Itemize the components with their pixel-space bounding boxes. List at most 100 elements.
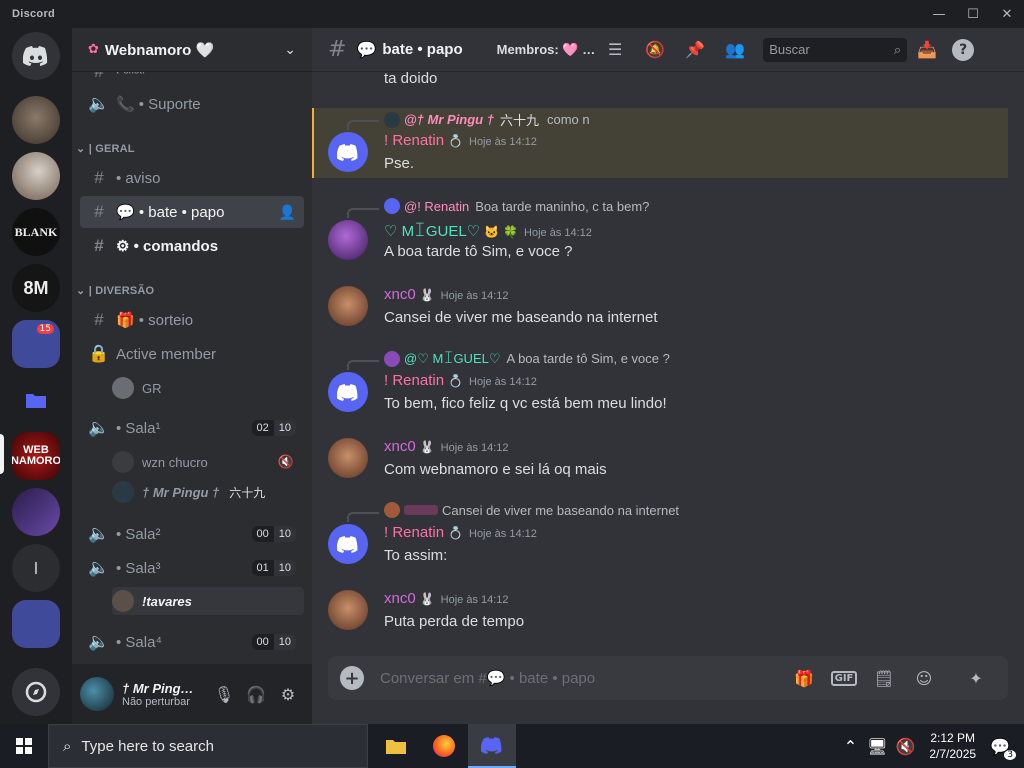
channel-sala3[interactable]: 🔈 • Sala³ 01 10 [80,552,304,584]
reply-preview[interactable]: Cansei de viver me baseando na internet [384,502,679,518]
chevron-down-icon[interactable]: ⌄ [284,42,296,58]
notification-icon[interactable]: 💬 3 [990,737,1016,760]
gif-button[interactable]: GIF [824,670,864,686]
close-icon[interactable]: ✕ [990,0,1024,28]
gift-icon[interactable]: 🎁 [784,669,824,688]
taskbar-search-input[interactable]: ⌕ Type here to search [48,724,368,768]
voice-user-gr[interactable]: GR [112,374,304,402]
folder-icon[interactable] [12,376,60,424]
avatar[interactable] [328,220,368,260]
author-name[interactable]: xnc0 [384,590,416,607]
file-explorer-icon[interactable] [372,724,420,768]
search-icon: ⌕ [63,737,72,755]
voice-user-mrpingu[interactable]: † Mr Pingu † 六十九 [112,478,304,506]
voice-capacity-badge: 01 10 [251,560,296,576]
server-icon-l[interactable]: l [12,544,60,592]
server-folder-red[interactable] [12,600,60,648]
avatar[interactable] [328,590,368,630]
voice-user-tavares[interactable]: !tavares [112,587,304,615]
author-name[interactable]: ! Renatin [384,132,444,149]
message-text-partial: ta doido [384,72,438,87]
author-name[interactable]: ! Renatin [384,524,444,541]
avatar[interactable] [80,677,114,711]
add-member-icon[interactable]: 👤 [279,204,296,221]
speaker-icon: 🔈 [88,632,110,651]
help-icon[interactable]: ? [947,38,979,61]
category-geral[interactable]: ⌄ | GERAL [76,142,135,155]
channel-sorteio[interactable]: # 🎁 • sorteio [80,304,304,336]
category-diversao-label: | DIVERSÃO [88,285,155,297]
message-composer[interactable]: + Conversar em #💬 • bate • papo 🎁 GIF 🗒 … [328,656,1008,700]
author-name[interactable]: ♡ ΜꀤGUEL♡ [384,220,480,240]
network-icon[interactable]: 🖥 [867,737,887,756]
message-text: Puta perda de tempo [384,613,525,630]
home-button[interactable] [12,32,60,80]
bunny-icon: 🐰 [419,288,435,302]
voice-capacity-badge: 00 10 [251,526,296,542]
reply-preview[interactable]: @♡ ΜꀤGUEL♡ A boa tarde tô Sim, e voce ? [384,350,670,367]
sticker-icon[interactable]: 🗒 [864,669,904,688]
inbox-icon[interactable]: 📥 [907,40,947,59]
apps-icon[interactable]: ✦ [956,669,996,688]
avatar [112,377,134,399]
author-name[interactable]: xnc0 [384,438,416,455]
message-text: Com webnamoro e sei lá oq mais [384,461,607,478]
windows-start-icon[interactable] [0,724,48,768]
server-icon-cat[interactable] [12,96,60,144]
server-icon-webnamoro[interactable]: WEB NAMORO [12,432,60,480]
message-input[interactable]: Conversar em #💬 • bate • papo [380,669,784,687]
category-diversao[interactable]: ⌄ | DIVERSÃO [76,284,154,297]
author-name[interactable]: xnc0 [384,286,416,303]
avatar[interactable] [328,524,368,564]
settings-gear-icon[interactable]: ⚙ [272,678,304,710]
channel-sala2[interactable]: 🔈 • Sala² 00 10 [80,518,304,550]
channel-sala1[interactable]: 🔈 • Sala¹ 02 10 [80,412,304,444]
channel-sala4[interactable]: 🔈 • Sala⁴ 00 10 [80,626,304,658]
voice-user-wzn[interactable]: wzn chucro 🔇 [112,448,304,476]
channel-comandos[interactable]: # ⚙ • comandos [80,230,304,262]
firefox-icon[interactable] [420,724,468,768]
speaker-icon: 🔈 [88,418,110,437]
discover-button[interactable] [12,668,60,716]
avatar [384,502,400,518]
channel-active-member[interactable]: 🔒 Active member [80,338,304,370]
channel-aviso[interactable]: # • aviso [80,162,304,194]
emoji-icon[interactable]: ☺ [904,669,944,688]
message-text: Pse. [384,155,415,172]
pin-icon[interactable]: 📌 [675,40,715,59]
message-text: To assim: [384,547,448,564]
channel-suporte[interactable]: 🔈 📞 • Suporte [80,88,304,120]
chevron-up-icon[interactable]: ⌃ [844,737,857,756]
speech-bubble-icon: 💬 [356,40,377,59]
mute-bell-icon[interactable]: 🔕 [635,40,675,59]
reply-preview[interactable]: @! Renatin Boa tarde maninho, c ta bem? [384,198,649,214]
maximize-icon[interactable]: ☐ [956,0,990,28]
microphone-icon[interactable]: 🎙 [208,678,240,710]
discord-taskbar-icon[interactable] [468,724,516,768]
server-icon-blank[interactable]: BLANK [12,208,60,256]
server-rail: BLANK 8M 15 WEB NAMORO l [0,28,72,724]
avatar[interactable] [328,286,368,326]
search-input[interactable]: Buscar ⌕ [763,37,908,62]
lock-icon: 🔒 [88,344,110,363]
author-name[interactable]: ! Renatin [384,372,444,389]
server-header[interactable]: ✿ Webnamoro 🤍 ⌄ [72,28,312,72]
server-icon-purple[interactable] [12,488,60,536]
server-icon-anime[interactable] [12,152,60,200]
gift-icon: 🎁 [116,312,135,329]
clock[interactable]: 2:12 PM 2/7/2025 [929,730,976,762]
member-list-icon[interactable]: 👥 [715,40,755,59]
avatar[interactable] [328,372,368,412]
server-icon-bm[interactable]: 8M [12,264,60,312]
channel-partial-top[interactable]: #ᵗ ˢⁿˢᵗʳ [80,72,304,88]
threads-icon[interactable]: ☰ [595,40,635,59]
reply-preview[interactable]: @† Mr Pingu † 六十九 como n [384,110,590,129]
minimize-icon[interactable]: — [922,0,956,28]
server-folder-mentions[interactable]: 15 [12,320,60,368]
attach-plus-icon[interactable]: + [340,666,364,690]
headphones-icon[interactable]: 🎧 [240,678,272,710]
avatar[interactable] [328,132,368,172]
channel-bate-papo[interactable]: # 💬 • bate • papo 👤 [80,196,304,228]
avatar[interactable] [328,438,368,478]
volume-muted-icon[interactable]: 🔇 [895,737,915,756]
